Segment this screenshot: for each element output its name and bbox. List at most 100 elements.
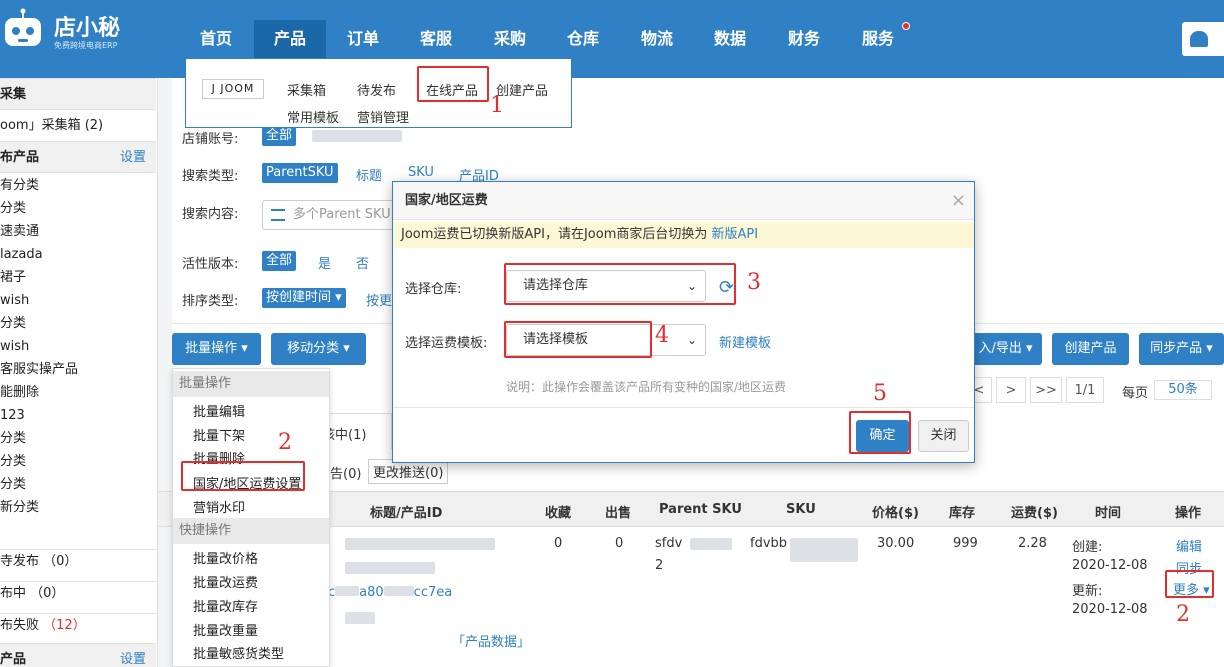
cell-sku: fdvbb — [750, 536, 788, 551]
sidebar-category[interactable]: wish — [0, 335, 156, 358]
edit-link[interactable]: 编辑 — [1176, 536, 1202, 555]
batch-delist[interactable]: 批量下架 — [193, 425, 245, 444]
batch-change-price[interactable]: 批量改价格 — [193, 548, 258, 567]
products-settings-link[interactable]: 设置 — [120, 644, 146, 667]
account-all-chip[interactable]: 全部 — [262, 126, 297, 146]
nav-finance[interactable]: 财务 — [768, 20, 840, 58]
sort-updated[interactable]: 按更 — [366, 290, 392, 309]
col-price: 价格($) — [872, 506, 919, 521]
annotation-box-warehouse — [504, 263, 736, 305]
nav-orders[interactable]: 订单 — [327, 20, 399, 58]
import-export-button[interactable]: 入/导出 ▾ — [969, 333, 1042, 365]
sidebar-item-collect-box[interactable]: oom」采集箱 (2) — [0, 114, 156, 137]
marketing-watermark[interactable]: 营销水印 — [193, 497, 245, 516]
list-icon — [271, 209, 285, 221]
sidebar-category[interactable]: 分类 — [0, 312, 156, 335]
notice-text: Joom运费已切换新版API，请在Joom商家后台切换为 — [401, 227, 708, 242]
search-content-label: 搜索内容: — [182, 207, 239, 222]
create-product-button[interactable]: 创建产品 — [1052, 333, 1129, 365]
batch-change-shipping[interactable]: 批量改运费 — [193, 572, 258, 591]
sidebar-category[interactable]: 分类 — [0, 450, 156, 473]
per-page-label: 每页 — [1122, 386, 1149, 401]
sidebar-category[interactable]: wish — [0, 289, 156, 312]
updated-label: 更新: — [1072, 584, 1103, 599]
sync-product-button[interactable]: 同步产品 ▾ — [1139, 333, 1224, 365]
sidebar-category[interactable]: 分类 — [0, 473, 156, 496]
batch-change-weight[interactable]: 批量改重量 — [193, 620, 258, 639]
close-icon[interactable]: × — [951, 182, 966, 220]
modal-title: 国家/地区运费 — [393, 182, 974, 220]
menu-common-templates[interactable]: 常用模板 — [287, 107, 339, 126]
sidebar-category[interactable]: 分类 — [0, 427, 156, 450]
sidebar-category[interactable]: 新分类 — [0, 496, 156, 519]
col-shipping: 运费($) — [1011, 506, 1058, 521]
sidebar-status-publishing[interactable]: 布中 （0） — [0, 581, 156, 604]
sidebar-status-pending[interactable]: 寺发布 （0） — [0, 549, 156, 572]
active-all-chip[interactable]: 全部 — [262, 251, 297, 271]
blurred-title — [345, 612, 375, 624]
product-id-link[interactable]: c a80 cc7ea — [328, 585, 452, 600]
sidebar-category[interactable]: 能删除 — [0, 381, 156, 404]
annotation-box-template — [504, 321, 652, 358]
sort-type-label: 排序类型: — [182, 294, 239, 309]
cell-favorites: 0 — [554, 536, 563, 551]
new-template-link[interactable]: 新建模板 — [719, 332, 771, 351]
sidebar-status-failed[interactable]: 布失败 （12） — [0, 613, 156, 636]
batch-change-stock[interactable]: 批量改库存 — [193, 596, 258, 615]
robot-logo-icon — [5, 8, 41, 46]
nav-data[interactable]: 数据 — [694, 20, 766, 58]
active-yes[interactable]: 是 — [318, 253, 331, 272]
nav-logistics[interactable]: 物流 — [621, 20, 693, 58]
per-page-select[interactable]: 50条 — [1154, 380, 1212, 400]
modal-divider — [393, 407, 974, 408]
notification-dot — [902, 22, 910, 30]
sidebar-category[interactable]: 有分类 — [0, 174, 156, 197]
blurred-account — [312, 130, 402, 142]
annotation-number: 2 — [278, 430, 292, 455]
sidebar-category[interactable]: 客服实操产品 — [0, 358, 156, 381]
search-type-sku[interactable]: SKU — [408, 165, 434, 180]
chevron-down-icon: ⌄ — [686, 333, 697, 347]
section-label: 采集 — [0, 87, 27, 102]
menu-to-publish[interactable]: 待发布 — [357, 80, 396, 99]
pager-last[interactable]: >> — [1030, 377, 1062, 403]
sidebar-category[interactable]: 分类 — [0, 197, 156, 220]
nav-service[interactable]: 客服 — [400, 20, 472, 58]
new-api-link[interactable]: 新版API — [712, 227, 759, 242]
cell-parent-sku-line2: 2 — [655, 558, 664, 573]
cell-stock: 999 — [953, 536, 978, 551]
modal-note: 说明：此操作会覆盖该产品所有变种的国家/地区运费 — [506, 380, 787, 394]
menu-collect-box[interactable]: 采集箱 — [287, 80, 326, 99]
batch-sensitive-type[interactable]: 批量敏感货类型 — [193, 643, 284, 662]
warehouse-label: 选择仓库: — [405, 282, 462, 297]
active-no[interactable]: 否 — [356, 253, 369, 272]
created-date: 2020-12-08 — [1072, 558, 1148, 573]
nav-purchase[interactable]: 采购 — [474, 20, 546, 58]
close-button[interactable]: 关闭 — [918, 420, 969, 452]
product-data-link[interactable]: 「产品数据」 — [452, 631, 530, 650]
annotation-number: 5 — [873, 381, 887, 406]
sidebar-category[interactable]: 速卖通 — [0, 220, 156, 243]
batch-operations-button[interactable]: 批量操作 ▾ — [172, 333, 261, 365]
user-menu[interactable] — [1182, 22, 1224, 56]
nav-warehouse[interactable]: 仓库 — [547, 20, 619, 58]
updated-date: 2020-12-08 — [1072, 602, 1148, 617]
col-time: 时间 — [1095, 506, 1122, 521]
menu-marketing[interactable]: 营销管理 — [357, 107, 409, 126]
nav-home[interactable]: 首页 — [180, 20, 252, 58]
sidebar-category[interactable]: 123 — [0, 404, 156, 427]
sort-created-chip[interactable]: 按创建时间 ▾ — [262, 288, 346, 308]
pager-next[interactable]: > — [996, 377, 1026, 403]
batch-operations-menu: 批量操作 批量编辑 批量下架 批量删除 国家/地区运费设置 营销水印 快捷操作 … — [172, 368, 330, 667]
tab-warning[interactable]: 告(0) — [330, 463, 361, 482]
sidebar-section-publish: 布产品 设置 — [0, 141, 156, 173]
sidebar-category[interactable]: lazada — [0, 243, 156, 266]
publish-settings-link[interactable]: 设置 — [120, 142, 146, 174]
search-type-parentsku[interactable]: ParentSKU — [262, 163, 338, 183]
sidebar-category[interactable]: 裙子 — [0, 266, 156, 289]
batch-edit[interactable]: 批量编辑 — [193, 401, 245, 420]
nav-products[interactable]: 产品 — [254, 20, 326, 58]
search-type-title[interactable]: 标题 — [356, 165, 382, 184]
move-category-button[interactable]: 移动分类 ▾ — [271, 333, 366, 365]
product-id-part: a80 — [359, 585, 384, 600]
